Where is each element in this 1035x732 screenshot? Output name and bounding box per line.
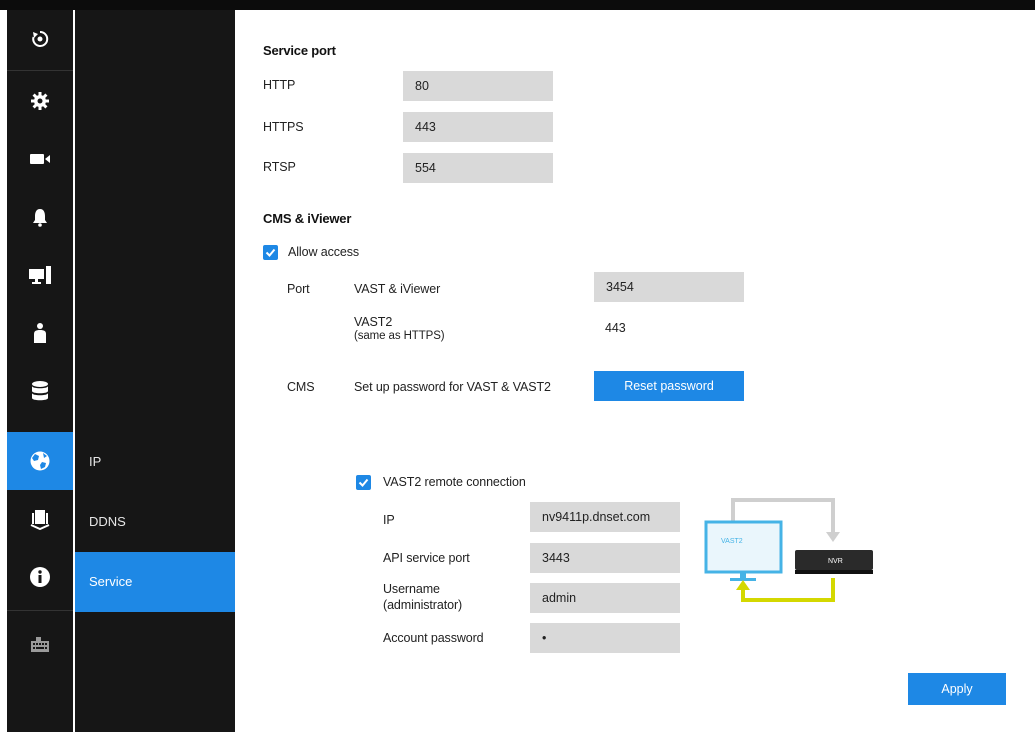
camera-icon[interactable] — [7, 130, 73, 188]
submenu-item-ip[interactable]: IP — [75, 432, 235, 492]
remote-ip-input[interactable]: nv9411p.dnset.com — [530, 502, 680, 532]
display-icon[interactable] — [7, 246, 73, 304]
apply-button[interactable]: Apply — [908, 673, 1006, 705]
vast2-remote-connection-checkbox[interactable] — [356, 475, 371, 490]
diagram-arrowhead-top — [826, 532, 840, 542]
submenu-item-ddns[interactable]: DDNS — [75, 492, 235, 552]
nvr-label: NVR — [828, 558, 843, 565]
https-port-input[interactable]: 443 — [403, 112, 553, 142]
network-globe-icon[interactable] — [7, 432, 73, 490]
icon-rail — [7, 10, 73, 732]
live-view-icon[interactable] — [7, 10, 73, 68]
allow-access-checkbox[interactable] — [263, 245, 278, 260]
reset-password-button[interactable]: Reset password — [594, 371, 744, 401]
monitor-icon — [704, 520, 783, 574]
keyboard-icon[interactable] — [7, 616, 73, 674]
checkmark-icon — [358, 478, 369, 487]
http-label: HTTP — [263, 78, 296, 92]
api-service-port-input[interactable]: 3443 — [530, 543, 680, 573]
submenu-item-service[interactable]: Service — [75, 552, 235, 612]
username-sublabel: (administrator) — [383, 598, 463, 612]
storage-icon[interactable] — [7, 362, 73, 420]
allow-access-label: Allow access — [288, 245, 360, 259]
network-submenu: IP DDNS Service — [75, 10, 235, 732]
window-top-border — [0, 0, 1035, 10]
set-password-text: Set up password for VAST & VAST2 — [354, 380, 551, 394]
username-label: Username — [383, 582, 440, 596]
service-settings-panel: Service port HTTP 80 HTTPS 443 RTSP 554 … — [235, 10, 1035, 732]
cms-label: CMS — [287, 380, 315, 394]
port-label: Port — [287, 282, 310, 296]
checkmark-icon — [265, 248, 276, 257]
account-password-input[interactable]: • — [530, 623, 680, 653]
vast2-label: VAST2 — [354, 315, 393, 329]
monitor-label: VAST2 — [721, 538, 743, 545]
info-icon[interactable] — [7, 548, 73, 606]
section-title-cms-iviewer: CMS & iViewer — [263, 211, 352, 226]
rail-divider — [7, 70, 73, 71]
diagram-arrow-bottom — [741, 578, 835, 602]
monitor-stand — [740, 572, 746, 578]
diagram-arrowhead-bottom — [736, 580, 750, 590]
rtsp-port-input[interactable]: 554 — [403, 153, 553, 183]
settings-gear-icon[interactable] — [7, 72, 73, 130]
nvr-device-base — [795, 570, 873, 574]
user-icon[interactable] — [7, 304, 73, 362]
vast2-remote-connection-label: VAST2 remote connection — [383, 475, 526, 489]
section-title-service-port: Service port — [263, 43, 336, 58]
username-input[interactable]: admin — [530, 583, 680, 613]
rtsp-label: RTSP — [263, 160, 296, 174]
vast2-sublabel: (same as HTTPS) — [354, 330, 445, 342]
api-service-port-label: API service port — [383, 551, 470, 565]
vast-iviewer-port-input[interactable]: 3454 — [594, 272, 744, 302]
vast-iviewer-label: VAST & iViewer — [354, 282, 441, 296]
https-label: HTTPS — [263, 120, 304, 134]
http-port-input[interactable]: 80 — [403, 71, 553, 101]
vast2-nvr-diagram: VAST2 NVR — [704, 498, 873, 602]
vast-connection-icon[interactable] — [7, 490, 73, 548]
alarm-bell-icon[interactable] — [7, 188, 73, 246]
remote-ip-label: IP — [383, 513, 395, 527]
vast2-port-value: 443 — [605, 321, 626, 335]
account-password-label: Account password — [383, 631, 484, 645]
rail-divider — [7, 610, 73, 611]
